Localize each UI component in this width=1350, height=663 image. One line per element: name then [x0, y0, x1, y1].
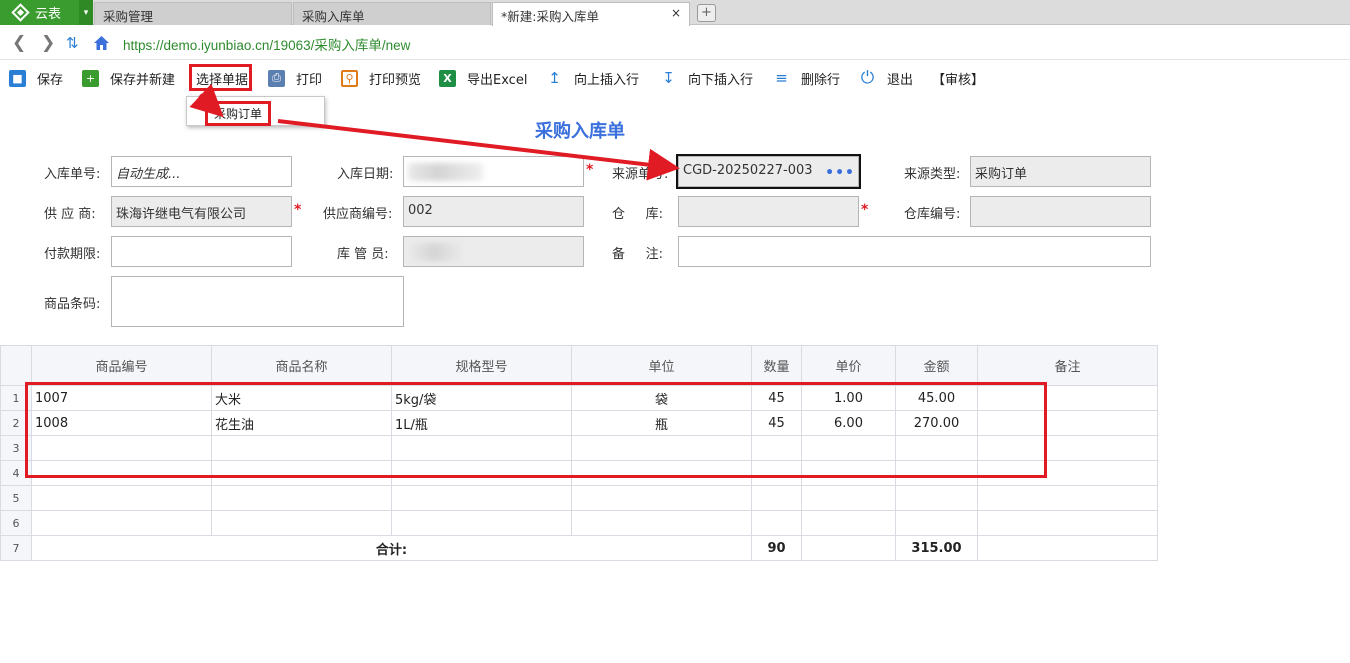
arrow-to-dropdown-item — [189, 83, 224, 118]
annotation-arrows — [189, 83, 680, 181]
arrow-to-source-no — [277, 119, 680, 181]
